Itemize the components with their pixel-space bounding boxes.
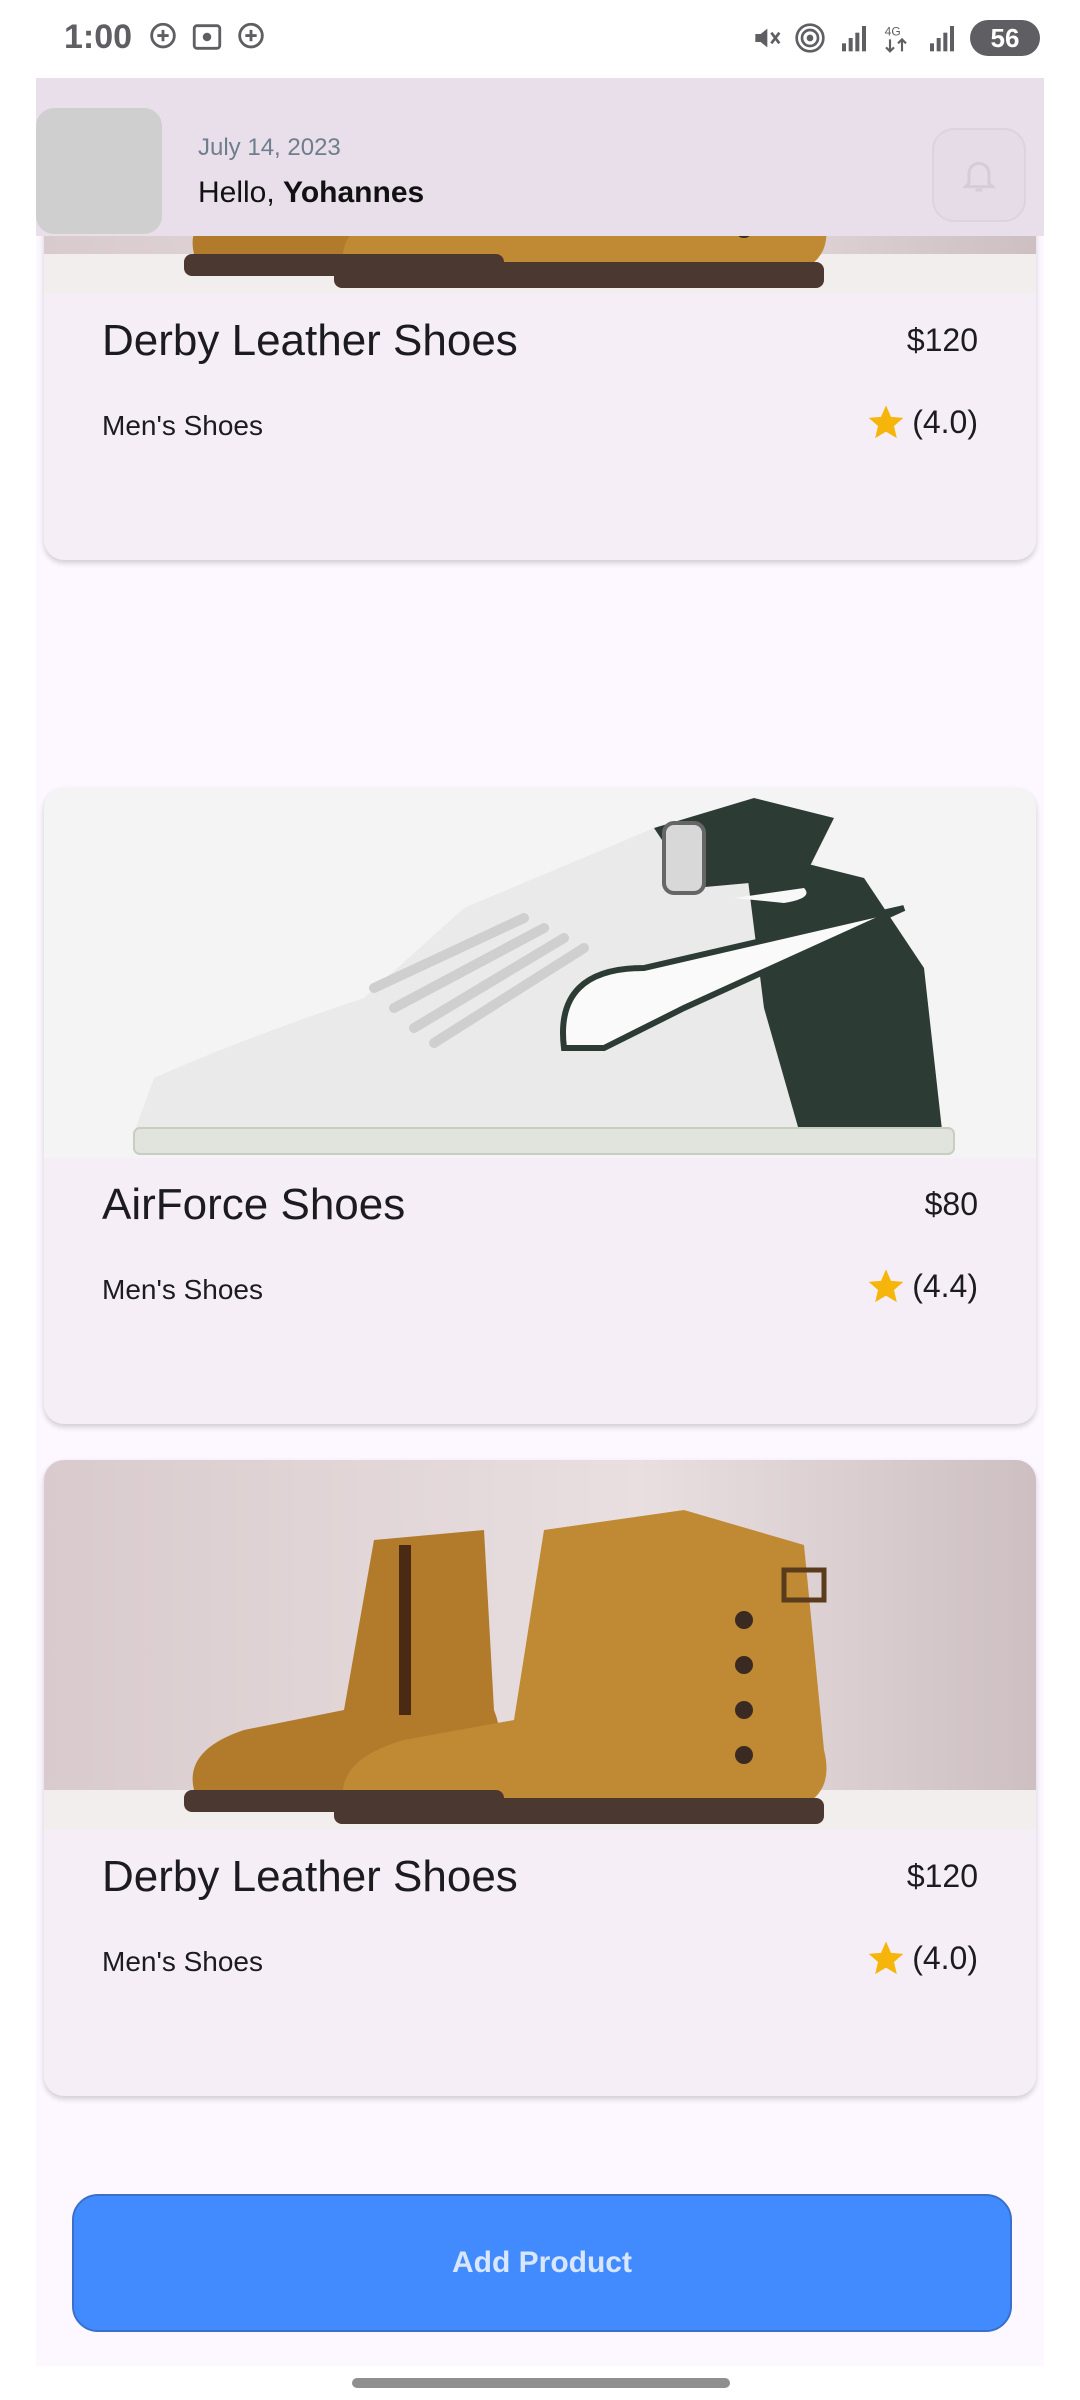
status-time: 1:00 [64,18,133,56]
rating-value: (4.4) [912,1267,978,1304]
signal-icon [930,26,954,52]
notifications-button[interactable] [932,128,1026,222]
location-add-icon [150,22,176,49]
greeting: Hello, Yohannes [198,176,424,210]
signal-icon [842,26,866,52]
4g-signal-icon: 4G [885,24,907,53]
user-name: Yohannes [283,176,425,209]
product-title: Derby Leather Shoes [102,316,518,365]
product-price: $120 [906,1858,978,1894]
product-rating: (4.4) [866,1266,978,1306]
rating-value: (4.0) [912,1939,978,1976]
rating-value: (4.0) [912,403,978,440]
bell-icon [962,161,996,192]
screenshot-icon [192,24,222,50]
home-indicator[interactable] [352,2378,730,2388]
avatar[interactable] [36,108,162,234]
location-add-icon [238,22,264,49]
product-price: $80 [924,1186,978,1222]
product-rating: (4.0) [866,1938,978,1978]
header-date: July 14, 2023 [198,134,341,161]
product-image [44,1460,1036,1830]
star-icon [868,405,904,439]
greeting-prefix: Hello, [198,176,284,209]
battery-level: 56 [990,22,1020,53]
product-card[interactable]: AirForce Shoes $80 Men's Shoes (4.4) [44,788,1036,1424]
product-title: Derby Leather Shoes [102,1852,518,1901]
add-product-button[interactable]: Add Product [72,2194,1012,2332]
status-right-icons: 4G 56 [750,20,1040,56]
star-icon [868,1941,904,1975]
product-card[interactable]: Derby Leather Shoes $120 Men's Shoes (4.… [44,1460,1036,2096]
product-title: AirForce Shoes [102,1180,406,1229]
hotspot-icon [795,23,825,53]
product-category: Men's Shoes [102,410,263,441]
status-bar: 1:00 4G 56 [0,0,1080,78]
product-price: $120 [906,322,978,358]
product-category: Men's Shoes [102,1946,263,1977]
product-image [44,788,1036,1158]
battery-charging-icon: 56 [970,20,1040,56]
product-rating: (4.0) [866,402,978,442]
product-category: Men's Shoes [102,1274,263,1305]
status-left-icons [146,20,268,54]
mute-vibrate-icon [755,28,781,48]
star-icon [868,1269,904,1303]
svg-text:4G: 4G [885,24,901,38]
app-frame: Derby Leather Shoes $120 Men's Shoes (4.… [36,36,1044,2366]
